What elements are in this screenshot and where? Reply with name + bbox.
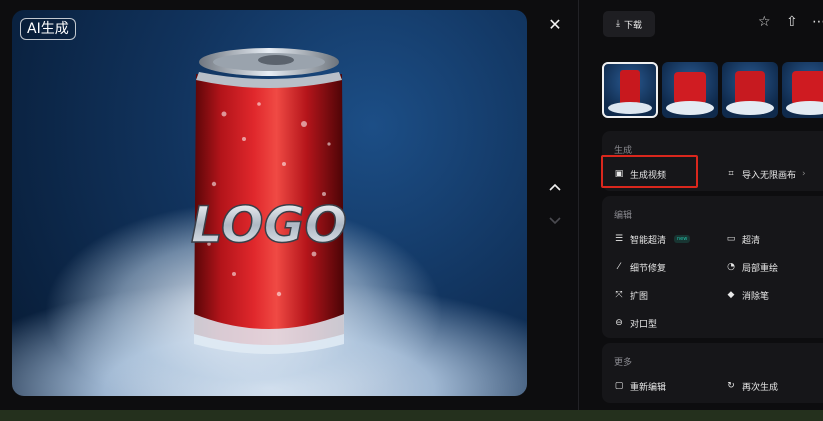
canvas-grid-icon: ⌗ <box>728 169 734 179</box>
eraser-icon: ◆ <box>727 290 735 300</box>
chevron-right-icon: › <box>802 169 806 179</box>
star-icon[interactable]: ☆ <box>758 14 771 30</box>
generated-image: LOGO AI生成 <box>12 10 527 396</box>
soda-can-illustration: LOGO <box>190 48 348 354</box>
import-canvas-label: 导入无限画布 <box>742 170 797 181</box>
action-sidebar: ⤓ 下载 ☆ ⇧ ⋯ 生成 ▣ 生成视频 ⌗ 导入无限画布 › 编辑 ☰ 智能超… <box>592 0 823 410</box>
detail-fix-button[interactable]: ⁄ 细节修复 <box>614 260 666 274</box>
hd-icon: ▭ <box>726 234 736 244</box>
edit-section: 编辑 ☰ 智能超清 new ▭ 超清 ⁄ 细节修复 ◔ 局部重绘 ⤧ 扩图 ◆ … <box>602 196 823 338</box>
magic-wand-icon: ⁄ <box>618 262 620 272</box>
new-badge: new <box>674 235 691 243</box>
lip-sync-icon: ⊖ <box>615 318 623 328</box>
expand-button[interactable]: ⤧ 扩图 <box>614 288 648 302</box>
local-redraw-label: 局部重绘 <box>742 263 779 274</box>
edit-section-title: 编辑 <box>614 211 633 221</box>
smart-hd-icon: ☰ <box>614 234 624 244</box>
download-button[interactable]: ⤓ 下载 <box>603 11 655 37</box>
detail-fix-label: 细节修复 <box>630 263 667 274</box>
can-logo-text: LOGO <box>191 196 347 254</box>
ai-generated-badge: AI生成 <box>20 18 76 40</box>
re-edit-label: 重新编辑 <box>630 382 667 393</box>
smart-hd-button[interactable]: ☰ 智能超清 new <box>614 232 691 246</box>
download-label: 下载 <box>623 20 642 31</box>
re-edit-button[interactable]: ▢ 重新编辑 <box>614 379 666 393</box>
import-canvas-button[interactable]: ⌗ 导入无限画布 › <box>726 167 806 181</box>
thumbnail-strip <box>602 62 823 118</box>
local-redraw-button[interactable]: ◔ 局部重绘 <box>726 260 778 274</box>
bottom-strip <box>0 410 823 421</box>
lip-sync-label: 对口型 <box>630 319 658 330</box>
smart-hd-label: 智能超清 <box>630 235 667 246</box>
expand-label: 扩图 <box>630 291 649 302</box>
thumbnail-4[interactable] <box>782 62 823 118</box>
eraser-button[interactable]: ◆ 消除笔 <box>726 288 769 302</box>
hd-label: 超清 <box>742 235 761 246</box>
paint-icon: ◔ <box>727 262 735 272</box>
close-icon[interactable]: ✕ <box>545 15 565 35</box>
more-icon[interactable]: ⋯ <box>812 14 823 30</box>
more-section: 更多 ▢ 重新编辑 ↻ 再次生成 <box>602 343 823 403</box>
thumbnail-2[interactable] <box>662 62 718 118</box>
lip-sync-button[interactable]: ⊖ 对口型 <box>614 316 657 330</box>
hd-button[interactable]: ▭ 超清 <box>726 232 760 246</box>
regenerate-label: 再次生成 <box>742 382 779 393</box>
more-section-title: 更多 <box>614 358 633 368</box>
regenerate-button[interactable]: ↻ 再次生成 <box>726 379 778 393</box>
download-icon: ⤓ <box>616 19 620 29</box>
thumbnail-1[interactable] <box>602 62 658 118</box>
chevron-down-icon[interactable] <box>545 210 565 230</box>
generate-video-highlight <box>601 155 698 188</box>
eraser-label: 消除笔 <box>742 291 770 302</box>
expand-icon: ⤧ <box>615 290 623 300</box>
share-icon[interactable]: ⇧ <box>786 14 798 30</box>
refresh-icon: ↻ <box>727 381 735 391</box>
thumbnail-3[interactable] <box>722 62 778 118</box>
edit-icon: ▢ <box>614 381 624 391</box>
panel-divider <box>578 0 579 410</box>
chevron-up-icon[interactable] <box>545 176 565 196</box>
